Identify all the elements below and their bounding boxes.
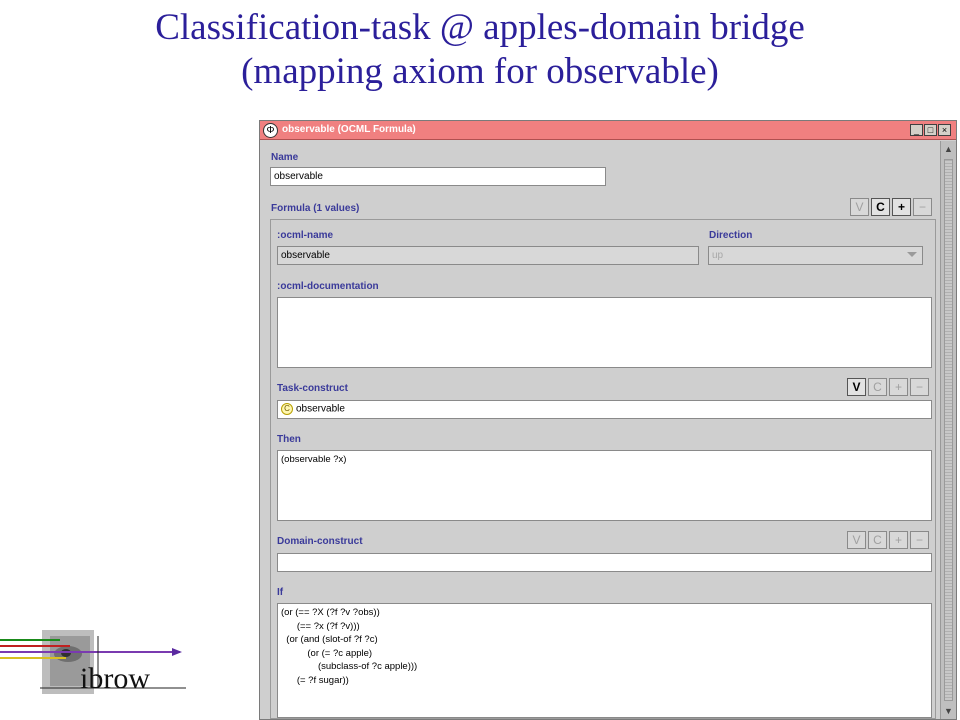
formula-v-button[interactable]: V — [850, 198, 869, 216]
name-field[interactable]: observable — [270, 167, 606, 186]
domain-remove-button[interactable]: − — [910, 531, 929, 549]
then-field[interactable]: (observable ?x) — [277, 450, 932, 521]
domain-add-button[interactable]: + — [889, 531, 908, 549]
ocml-documentation-label: :ocml-documentation — [277, 281, 379, 292]
formula-add-button[interactable]: + — [892, 198, 911, 216]
scroll-down-icon[interactable]: ▼ — [943, 705, 954, 717]
close-button[interactable]: × — [938, 124, 951, 136]
vertical-scrollbar[interactable]: ▲ ▼ — [940, 141, 956, 719]
scroll-up-icon[interactable]: ▲ — [943, 143, 954, 155]
formula-toolbar: V C + − — [850, 198, 932, 216]
domain-construct-field[interactable] — [277, 553, 932, 572]
formula-c-button[interactable]: C — [871, 198, 890, 216]
then-label: Then — [277, 434, 301, 445]
domain-construct-label: Domain-construct — [277, 536, 363, 547]
task-c-button[interactable]: C — [868, 378, 887, 396]
direction-value: up — [712, 250, 724, 261]
domain-v-button[interactable]: V — [847, 531, 866, 549]
task-remove-button[interactable]: − — [910, 378, 929, 396]
maximize-button[interactable]: □ — [924, 124, 937, 136]
slide-title-line2: (mapping axiom for observable) — [241, 51, 719, 92]
direction-label: Direction — [709, 230, 753, 241]
name-label: Name — [271, 152, 299, 163]
direction-select[interactable]: up — [708, 246, 923, 265]
if-field[interactable]: (or (== ?X (?f ?v ?obs)) (== ?x (?f ?v))… — [277, 603, 932, 718]
formula-panel: :ocml-name observable Direction up :ocml… — [270, 219, 936, 719]
domain-construct-toolbar: V C + − — [847, 531, 929, 549]
domain-c-button[interactable]: C — [868, 531, 887, 549]
minimize-button[interactable]: _ — [910, 124, 923, 136]
task-v-button[interactable]: V — [847, 378, 866, 396]
ocml-name-field[interactable]: observable — [277, 246, 699, 265]
scrollbar-track[interactable] — [944, 159, 953, 701]
slide-title: Classification-task @ apples-domain brid… — [0, 6, 960, 94]
ibrow-logo: ibrow — [0, 622, 200, 720]
task-construct-field[interactable]: Cobservable — [277, 400, 932, 419]
chevron-down-icon — [907, 252, 917, 257]
task-construct-toolbar: V C + − — [847, 378, 929, 396]
logo-text: ibrow — [80, 662, 150, 695]
class-c-icon: C — [281, 403, 293, 415]
slide-title-line1: Classification-task @ apples-domain brid… — [155, 7, 805, 48]
window-titlebar[interactable]: Φ observable (OCML Formula) _ □ × — [260, 121, 956, 140]
app-icon: Φ — [263, 123, 278, 138]
task-add-button[interactable]: + — [889, 378, 908, 396]
window-title: observable (OCML Formula) — [282, 124, 416, 135]
formula-label: Formula (1 values) — [271, 203, 360, 214]
ocml-documentation-field[interactable] — [277, 297, 932, 368]
task-construct-label: Task-construct — [277, 383, 348, 394]
ocml-formula-window: Φ observable (OCML Formula) _ □ × ▲ ▼ Na… — [259, 120, 957, 720]
ocml-name-label: :ocml-name — [277, 230, 334, 241]
task-construct-value: observable — [296, 403, 345, 415]
formula-remove-button[interactable]: − — [913, 198, 932, 216]
if-label: If — [277, 587, 284, 598]
